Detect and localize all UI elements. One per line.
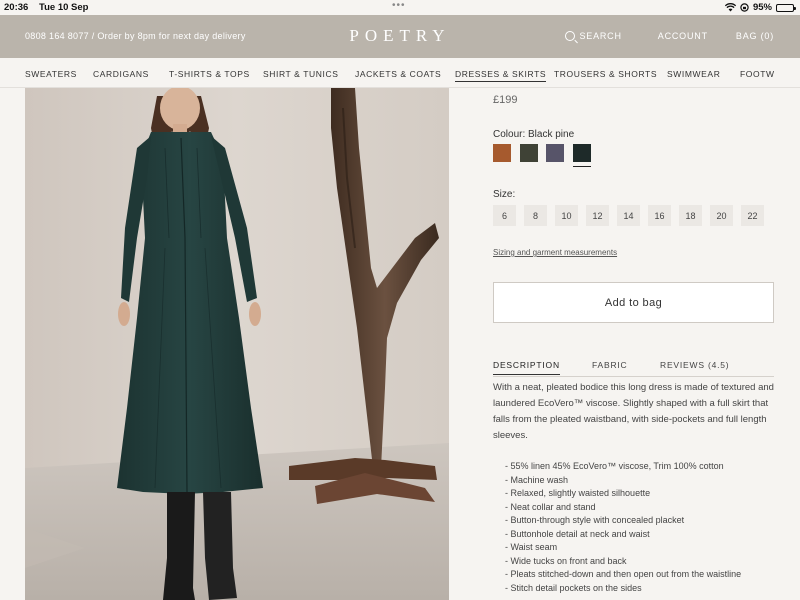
category-shirt-tunics[interactable]: SHIRT & TUNICS — [263, 69, 338, 79]
wifi-icon — [724, 3, 736, 12]
list-item: Wide tucks on front and back — [505, 555, 765, 569]
multitask-dots-icon[interactable]: ••• — [392, 0, 406, 11]
header-nav: SEARCH ACCOUNT BAG (0) — [565, 31, 774, 41]
list-item: Pleats stitched-down and then open out f… — [505, 568, 765, 582]
category-cardigans[interactable]: CARDIGANS — [93, 69, 149, 79]
orientation-lock-icon — [740, 3, 749, 12]
size-16[interactable]: 16 — [648, 205, 671, 226]
list-item: Relaxed, slightly waisted silhouette — [505, 487, 765, 501]
list-item: Machine wash — [505, 474, 765, 488]
category-trousers-shorts[interactable]: TROUSERS & SHORTS — [554, 69, 657, 79]
swatch-rust[interactable] — [493, 144, 511, 162]
list-item: Buttonhole detail at neck and waist — [505, 528, 765, 542]
product-tabs: DESCRIPTION FABRIC REVIEWS (4.5) — [493, 360, 774, 377]
swatch-black-pine[interactable] — [573, 144, 591, 167]
product-price: £199 — [493, 94, 518, 106]
account-link[interactable]: ACCOUNT — [658, 31, 708, 41]
size-22[interactable]: 22 — [741, 205, 764, 226]
sizing-link[interactable]: Sizing and garment measurements — [493, 248, 617, 257]
list-item: Stitch detail pockets on the sides — [505, 582, 765, 596]
colour-label: Colour: Black pine — [493, 129, 575, 140]
list-item: Button-through style with concealed plac… — [505, 514, 765, 528]
product-description: With a neat, pleated bodice this long dr… — [493, 382, 774, 441]
status-time: 20:36 — [4, 2, 29, 13]
size-14[interactable]: 14 — [617, 205, 640, 226]
size-20[interactable]: 20 — [710, 205, 733, 226]
battery-icon — [776, 3, 796, 12]
tab-fabric[interactable]: FABRIC — [592, 360, 628, 374]
bag-link[interactable]: BAG (0) — [736, 31, 774, 41]
tab-description[interactable]: DESCRIPTION — [493, 360, 560, 375]
size-8[interactable]: 8 — [524, 205, 547, 226]
add-to-bag-button[interactable]: Add to bag — [493, 282, 774, 323]
category-sweaters[interactable]: SWEATERS — [25, 69, 77, 79]
search-button[interactable]: SEARCH — [565, 31, 621, 41]
category-nav: SWEATERS CARDIGANS T-SHIRTS & TOPS SHIRT… — [0, 58, 800, 88]
size-12[interactable]: 12 — [586, 205, 609, 226]
size-label: Size: — [493, 189, 516, 200]
product-details-list: 55% linen 45% EcoVero™ viscose, Trim 100… — [505, 460, 765, 595]
category-footwear[interactable]: FOOTW — [740, 69, 775, 79]
category-tshirts-tops[interactable]: T-SHIRTS & TOPS — [169, 69, 250, 79]
site-header: 0808 164 8077 / Order by 8pm for next da… — [0, 15, 800, 58]
swatch-slate[interactable] — [546, 144, 564, 162]
status-bar: 20:36 Tue 10 Sep ••• 95% — [0, 0, 800, 15]
category-swimwear[interactable]: SWIMWEAR — [667, 69, 720, 79]
category-dresses-skirts[interactable]: DRESSES & SKIRTS — [455, 69, 547, 82]
category-jackets-coats[interactable]: JACKETS & COATS — [355, 69, 441, 79]
product-image[interactable] — [25, 88, 449, 600]
swatch-olive[interactable] — [520, 144, 538, 162]
status-right: 95% — [724, 2, 796, 13]
status-date: Tue 10 Sep — [39, 2, 89, 13]
size-6[interactable]: 6 — [493, 205, 516, 226]
search-icon — [565, 31, 576, 41]
size-18[interactable]: 18 — [679, 205, 702, 226]
tab-reviews[interactable]: REVIEWS (4.5) — [660, 360, 729, 374]
list-item: 55% linen 45% EcoVero™ viscose, Trim 100… — [505, 460, 765, 474]
product-photo — [25, 88, 449, 600]
list-item: Neat collar and stand — [505, 501, 765, 515]
size-10[interactable]: 10 — [555, 205, 578, 226]
search-label: SEARCH — [579, 31, 622, 41]
battery-percent: 95% — [752, 2, 772, 13]
list-item: Waist seam — [505, 541, 765, 555]
